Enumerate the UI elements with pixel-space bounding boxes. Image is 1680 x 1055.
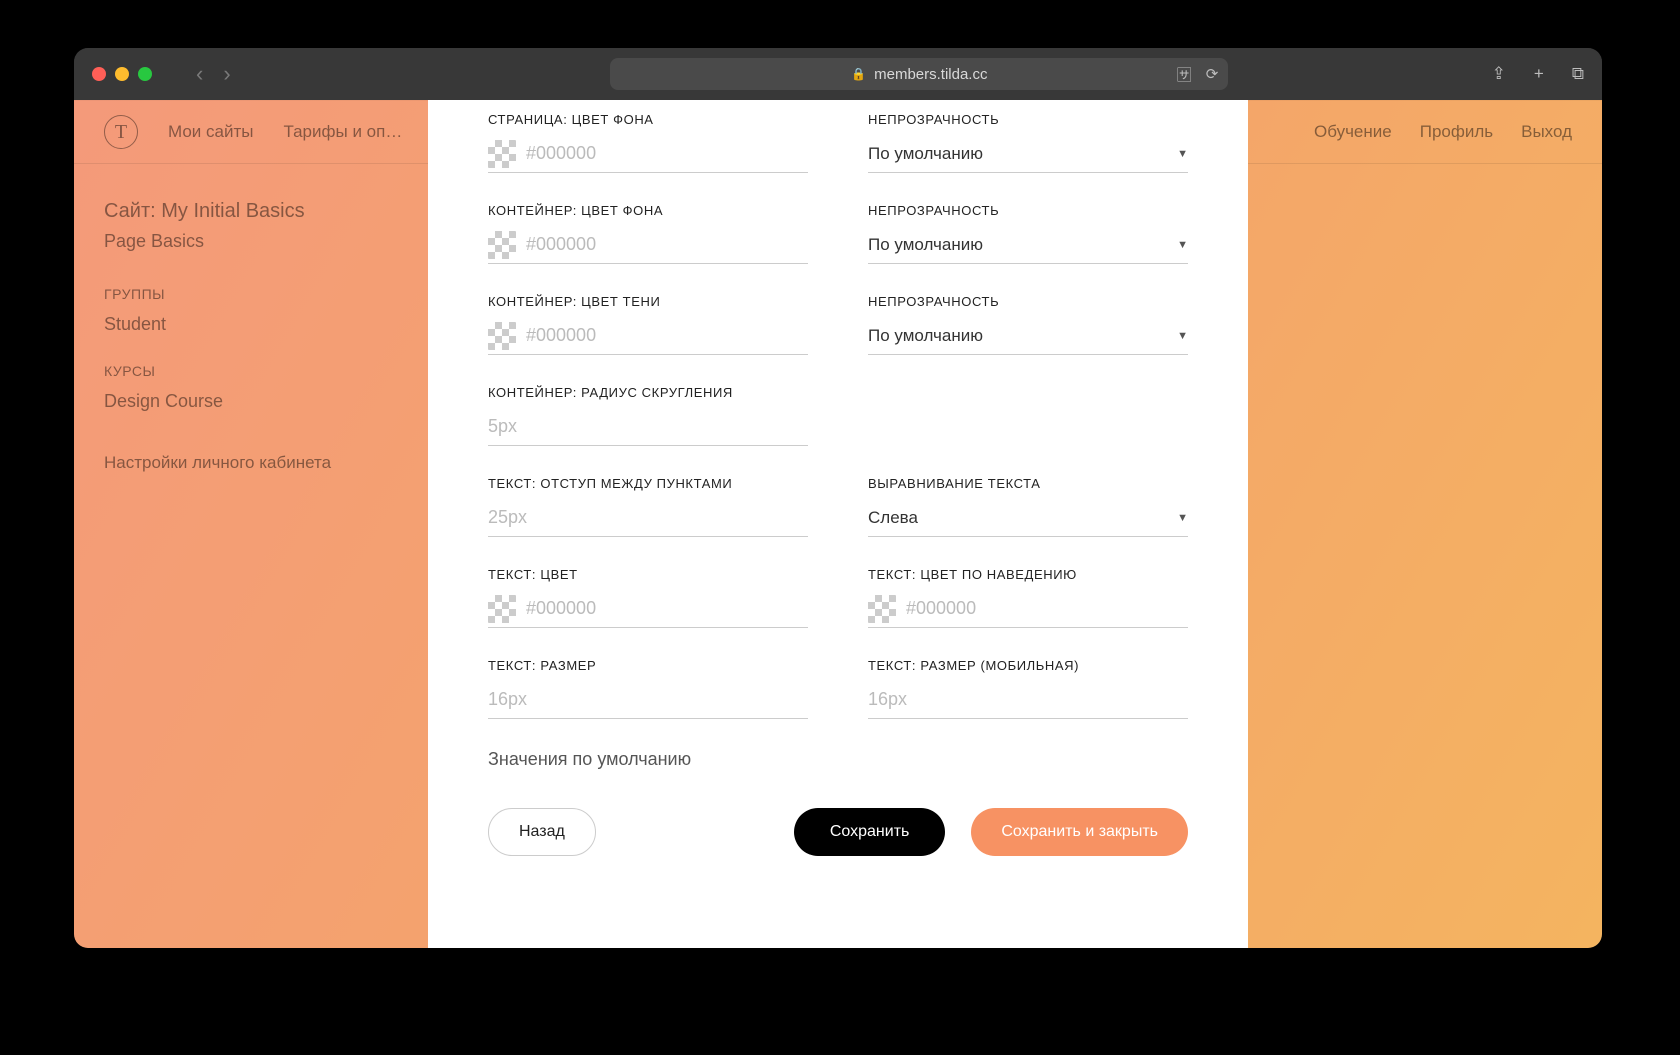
titlebar: ‹ › 🔒 members.tilda.cc 🈂 ⟳ ⇪ + ⧉ [74,48,1602,100]
select-container-shadow-opacity[interactable]: По умолчанию ▼ [868,317,1188,355]
browser-window: ‹ › 🔒 members.tilda.cc 🈂 ⟳ ⇪ + ⧉ T Мои с… [74,48,1602,948]
bg-group-student[interactable]: Student [104,314,334,335]
chevron-down-icon: ▼ [1177,512,1188,524]
field-page-bg-color [488,135,808,173]
input-text-color[interactable] [526,598,808,619]
url-bar[interactable]: 🔒 members.tilda.cc 🈂 ⟳ [610,58,1228,90]
input-container-radius[interactable] [488,416,808,437]
label-container-radius: КОНТЕЙНЕР: РАДИУС СКРУГЛЕНИЯ [488,385,808,400]
nav-forward-button[interactable]: › [223,61,230,87]
content-area: T Мои сайты Тарифы и оп… Обучение Профил… [74,100,1602,948]
close-window-button[interactable] [92,67,106,81]
settings-modal: СТРАНИЦА: ЦВЕТ ФОНА НЕПРОЗРАЧНОСТЬ По ум… [428,100,1248,948]
select-text-align[interactable]: Слева ▼ [868,499,1188,537]
color-swatch[interactable] [488,322,516,350]
nav-learning[interactable]: Обучение [1314,122,1392,142]
site-logo: T [104,115,138,149]
field-container-shadow-color [488,317,808,355]
new-tab-icon[interactable]: + [1534,64,1544,84]
nav-back-button[interactable]: ‹ [196,61,203,87]
color-swatch[interactable] [488,231,516,259]
window-controls [92,67,152,81]
back-button[interactable]: Назад [488,808,596,856]
share-icon[interactable]: ⇪ [1492,64,1506,84]
url-text: members.tilda.cc [874,66,987,83]
input-text-hover-color[interactable] [906,598,1188,619]
nav-pricing[interactable]: Тарифы и оп… [283,122,402,142]
label-text-align: ВЫРАВНИВАНИЕ ТЕКСТА [868,476,1188,491]
modal-footer: Назад Сохранить Сохранить и закрыть [488,808,1188,856]
save-close-button[interactable]: Сохранить и закрыть [971,808,1188,856]
nav-profile[interactable]: Профиль [1420,122,1493,142]
label-text-size-mobile: ТЕКСТ: РАЗМЕР (МОБИЛЬНАЯ) [868,658,1188,673]
input-container-bg-color[interactable] [526,234,808,255]
translate-icon[interactable]: 🈂 [1177,64,1192,85]
color-swatch[interactable] [488,140,516,168]
defaults-link[interactable]: Значения по умолчанию [488,749,1188,770]
field-container-bg-color [488,226,808,264]
nav-logout[interactable]: Выход [1521,122,1572,142]
label-page-bg-opacity: НЕПРОЗРАЧНОСТЬ [868,112,1188,127]
titlebar-actions: ⇪ + ⧉ [1492,64,1584,84]
bg-groups-label: ГРУППЫ [104,286,334,302]
label-container-bg-color: КОНТЕЙНЕР: ЦВЕТ ФОНА [488,203,808,218]
field-text-color [488,590,808,628]
label-container-shadow-color: КОНТЕЙНЕР: ЦВЕТ ТЕНИ [488,294,808,309]
color-swatch[interactable] [868,595,896,623]
select-page-bg-opacity[interactable]: По умолчанию ▼ [868,135,1188,173]
label-page-bg-color: СТРАНИЦА: ЦВЕТ ФОНА [488,112,808,127]
nav-my-sites[interactable]: Мои сайты [168,122,253,142]
chevron-down-icon: ▼ [1177,148,1188,160]
label-container-bg-opacity: НЕПРОЗРАЧНОСТЬ [868,203,1188,218]
bg-courses-label: КУРСЫ [104,363,334,379]
bg-page-title: Page Basics [104,231,334,252]
minimize-window-button[interactable] [115,67,129,81]
select-container-bg-opacity[interactable]: По умолчанию ▼ [868,226,1188,264]
bg-site-title: Сайт: My Initial Basics [104,200,334,223]
input-container-shadow-color[interactable] [526,325,808,346]
bg-course-design[interactable]: Design Course [104,391,334,412]
field-text-hover-color [868,590,1188,628]
label-text-color: ТЕКСТ: ЦВЕТ [488,567,808,582]
color-swatch[interactable] [488,595,516,623]
reload-icon[interactable]: ⟳ [1206,65,1219,83]
input-text-size[interactable] [488,689,808,710]
input-text-size-mobile[interactable] [868,689,1188,710]
chevron-down-icon: ▼ [1177,330,1188,342]
save-button[interactable]: Сохранить [794,808,946,856]
tabs-overview-icon[interactable]: ⧉ [1572,64,1584,84]
label-text-gap: ТЕКСТ: ОТСТУП МЕЖДУ ПУНКТАМИ [488,476,808,491]
label-container-shadow-opacity: НЕПРОЗРАЧНОСТЬ [868,294,1188,309]
nav-arrows: ‹ › [196,61,231,87]
label-text-size: ТЕКСТ: РАЗМЕР [488,658,808,673]
input-page-bg-color[interactable] [526,143,808,164]
bg-cabinet-settings[interactable]: Настройки личного кабинета [104,452,334,474]
fullscreen-window-button[interactable] [138,67,152,81]
bg-sidebar: Сайт: My Initial Basics Page Basics ГРУП… [104,200,334,474]
chevron-down-icon: ▼ [1177,239,1188,251]
lock-icon: 🔒 [851,67,866,81]
input-text-gap[interactable] [488,507,808,528]
label-text-hover-color: ТЕКСТ: ЦВЕТ ПО НАВЕДЕНИЮ [868,567,1188,582]
